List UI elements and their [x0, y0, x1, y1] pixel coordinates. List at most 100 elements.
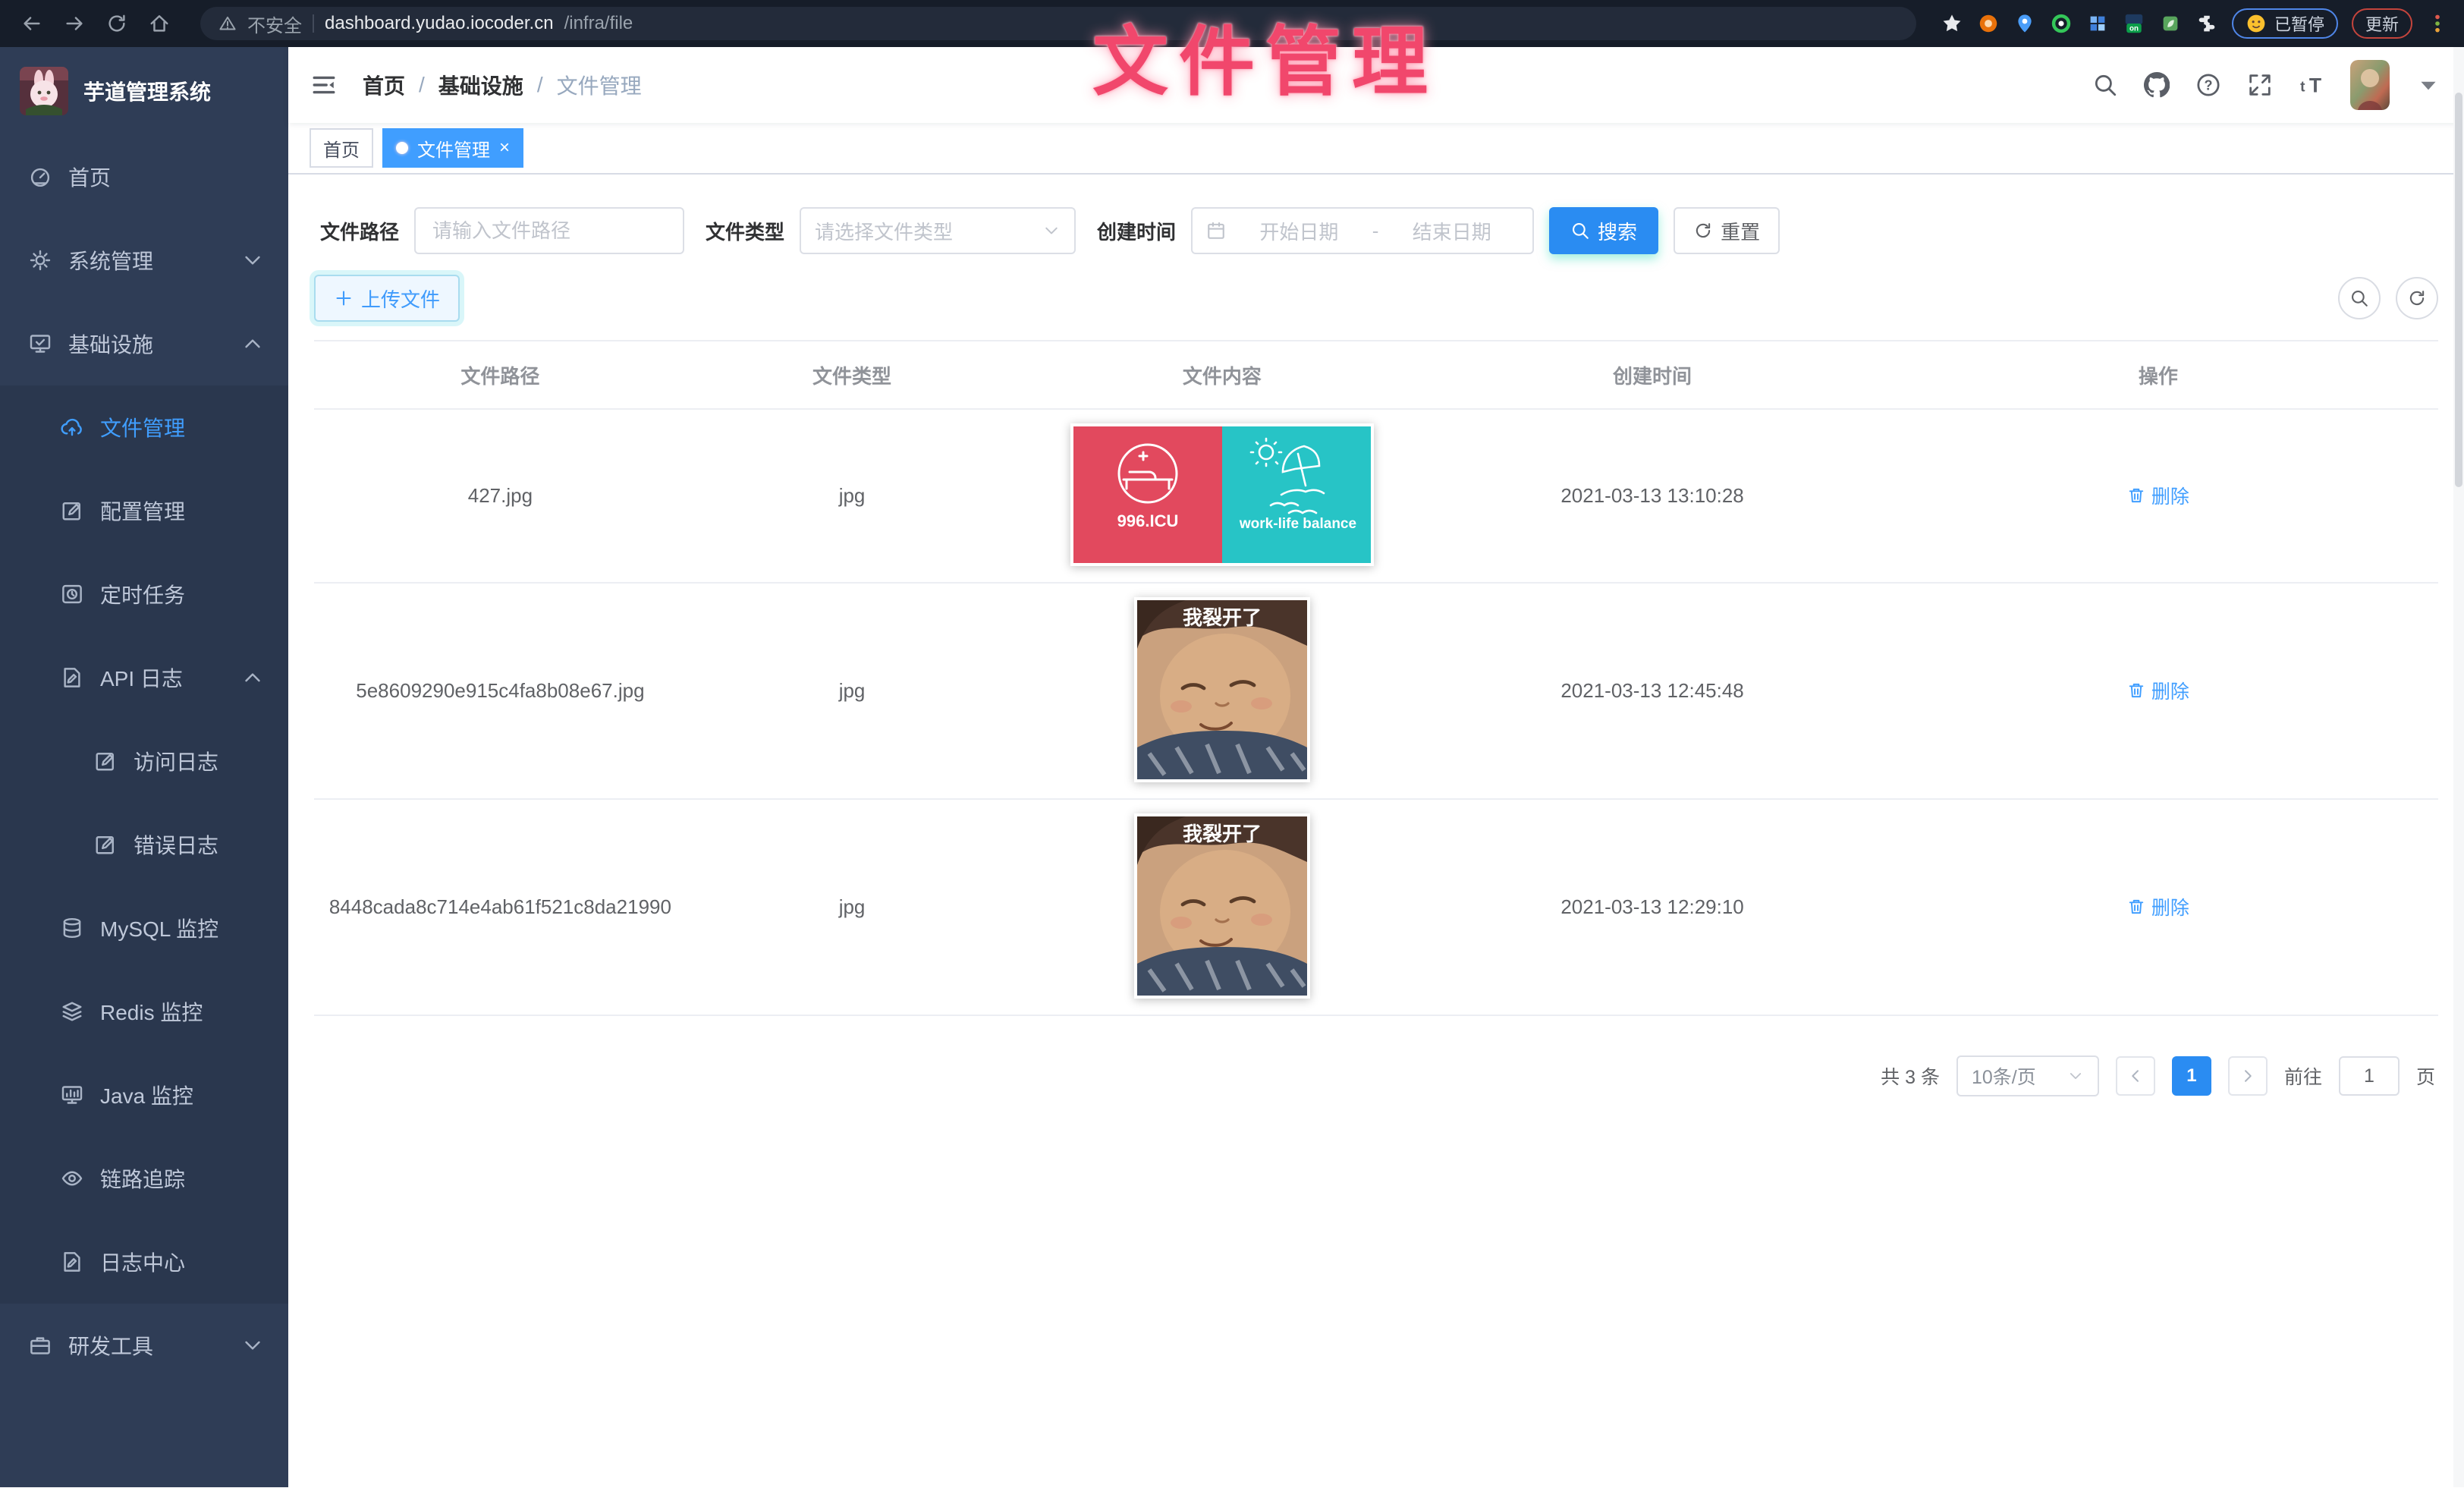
- sidebar-item-file[interactable]: 文件管理: [0, 385, 288, 469]
- file-path-input[interactable]: [414, 207, 684, 254]
- chevron-down-icon: [1042, 222, 1061, 240]
- extension-grid-icon[interactable]: [2086, 12, 2109, 35]
- sidebar-item-redis[interactable]: Redis 监控: [0, 970, 288, 1053]
- browser-menu-dots-icon[interactable]: [2426, 12, 2449, 35]
- delete-button[interactable]: 删除: [2127, 677, 2189, 704]
- tab-close-icon[interactable]: ×: [499, 139, 510, 157]
- browser-back-icon[interactable]: [15, 7, 49, 40]
- search-button[interactable]: 搜索: [1549, 207, 1658, 254]
- fullscreen-icon[interactable]: [2247, 72, 2273, 98]
- url-host: dashboard.yudao.iocoder.cn: [325, 13, 554, 34]
- chevron-up-icon: [241, 666, 264, 689]
- tab-file-management[interactable]: 文件管理 ×: [382, 128, 523, 168]
- cloud-upload-icon: [61, 416, 83, 439]
- refresh-table-button[interactable]: [2396, 277, 2438, 319]
- page-size-select[interactable]: 10条/页: [1956, 1055, 2099, 1096]
- sidebar-item-mysql[interactable]: MySQL 监控: [0, 886, 288, 970]
- top-header: 首页 / 基础设施 / 文件管理 ? tT: [288, 47, 2464, 123]
- page-number-button[interactable]: 1: [2172, 1056, 2211, 1096]
- sidebar-item-api-log[interactable]: API 日志: [0, 636, 288, 719]
- sidebar-item-home[interactable]: 首页: [0, 135, 288, 219]
- monitor-check-icon: [29, 332, 52, 355]
- user-avatar[interactable]: [2350, 60, 2390, 110]
- extension-orange-icon[interactable]: [1977, 12, 2000, 35]
- filter-form: 文件路径 文件类型 请选择文件类型 创建时间 开始日期 - 结束日期 搜索: [314, 205, 2438, 256]
- extensions-puzzle-icon[interactable]: [2195, 12, 2218, 35]
- edit-icon: [94, 833, 117, 856]
- file-type-select[interactable]: 请选择文件类型: [800, 207, 1076, 254]
- delete-button[interactable]: 删除: [2127, 893, 2189, 920]
- url-path: /infra/file: [564, 13, 633, 34]
- hamburger-icon[interactable]: [311, 72, 337, 98]
- browser-extensions: on 已暂停 更新: [1941, 8, 2449, 39]
- trash-icon: [2127, 486, 2145, 505]
- browser-update-button[interactable]: 更新: [2352, 8, 2412, 39]
- table-column-header: 文件内容: [1017, 341, 1426, 409]
- sidebar-item-label: Java 监控: [100, 1080, 193, 1110]
- breadcrumb-home[interactable]: 首页: [363, 70, 405, 100]
- refresh-icon: [1693, 221, 1713, 241]
- sidebar-item-java[interactable]: Java 监控: [0, 1053, 288, 1137]
- extension-paused-pill[interactable]: 已暂停: [2232, 8, 2338, 39]
- next-page-button[interactable]: [2228, 1056, 2268, 1096]
- edit-icon: [94, 750, 117, 772]
- browser-home-icon[interactable]: [143, 7, 176, 40]
- start-date-placeholder: 开始日期: [1232, 217, 1366, 245]
- sidebar-item-label: API 日志: [100, 662, 183, 693]
- trash-icon: [2127, 681, 2145, 700]
- sidebar-item-config[interactable]: 配置管理: [0, 469, 288, 552]
- reset-button[interactable]: 重置: [1674, 207, 1780, 254]
- sidebar-item-job[interactable]: 定时任务: [0, 552, 288, 636]
- trash-icon: [2127, 898, 2145, 916]
- browser-forward-icon[interactable]: [58, 7, 91, 40]
- extension-pin-icon[interactable]: [2013, 12, 2036, 35]
- sidebar-item-log-center[interactable]: 日志中心: [0, 1220, 288, 1304]
- upload-file-button[interactable]: 上传文件: [314, 275, 460, 322]
- github-icon[interactable]: [2144, 72, 2170, 98]
- security-warning-icon: [218, 14, 237, 33]
- sidebar-item-trace[interactable]: 链路追踪: [0, 1137, 288, 1220]
- table-row: 8448cada8c714e4ab61f521c8da21990 jpg 我裂开…: [314, 799, 2438, 1015]
- breadcrumb-infra[interactable]: 基础设施: [438, 70, 523, 100]
- avatar-caret-down-icon[interactable]: [2415, 72, 2441, 98]
- sidebar-item-error-log[interactable]: 错误日志: [0, 803, 288, 886]
- extension-leaf-icon[interactable]: [2159, 12, 2182, 35]
- toggle-search-button[interactable]: [2338, 277, 2381, 319]
- sidebar-item-label: 访问日志: [134, 746, 218, 776]
- chevron-down-icon: [241, 1334, 264, 1357]
- chevron-down-icon: [241, 249, 264, 272]
- svg-text:work-life balance: work-life balance: [1239, 516, 1356, 532]
- cell-file-path: 5e8609290e915c4fa8b08e67.jpg: [314, 583, 687, 799]
- chevron-down-icon: [2067, 1068, 2084, 1084]
- header-search-icon[interactable]: [2092, 72, 2118, 98]
- goto-page-input[interactable]: 1: [2339, 1056, 2400, 1096]
- address-bar[interactable]: 不安全 dashboard.yudao.iocoder.cn/infra/fil…: [200, 7, 1916, 40]
- java-monitor-icon: [61, 1084, 83, 1106]
- layers-icon: [61, 1000, 83, 1023]
- delete-button[interactable]: 删除: [2127, 482, 2189, 509]
- file-path-label: 文件路径: [320, 217, 399, 245]
- prev-page-button[interactable]: [2116, 1056, 2155, 1096]
- table-header-row: 文件路径文件类型文件内容创建时间操作: [314, 341, 2438, 409]
- font-size-icon[interactable]: tT: [2299, 72, 2324, 98]
- tag-view-bar: 首页 文件管理 ×: [288, 123, 2464, 175]
- help-icon[interactable]: ?: [2195, 72, 2221, 98]
- extension-green-icon[interactable]: [2050, 12, 2073, 35]
- sidebar-item-dev-tools[interactable]: 研发工具: [0, 1304, 288, 1387]
- active-tab-dot: [396, 142, 408, 154]
- page-scrollbar[interactable]: [2453, 47, 2464, 1487]
- cell-file-type: jpg: [687, 583, 1017, 799]
- bookmark-star-icon[interactable]: [1941, 12, 1963, 35]
- browser-reload-icon[interactable]: [100, 7, 134, 40]
- extension-on-badge-icon[interactable]: on: [2123, 12, 2145, 35]
- sidebar-item-label: Redis 监控: [100, 996, 203, 1027]
- create-time-label: 创建时间: [1097, 217, 1176, 245]
- scrollbar-thumb[interactable]: [2455, 93, 2462, 487]
- eye-icon: [61, 1167, 83, 1190]
- sidebar-item-infra[interactable]: 基础设施: [0, 302, 288, 385]
- sidebar-item-system[interactable]: 系统管理: [0, 219, 288, 302]
- date-range-picker[interactable]: 开始日期 - 结束日期: [1191, 207, 1534, 254]
- sidebar-item-label: 定时任务: [100, 579, 185, 609]
- sidebar-item-access-log[interactable]: 访问日志: [0, 719, 288, 803]
- tab-home[interactable]: 首页: [310, 128, 373, 168]
